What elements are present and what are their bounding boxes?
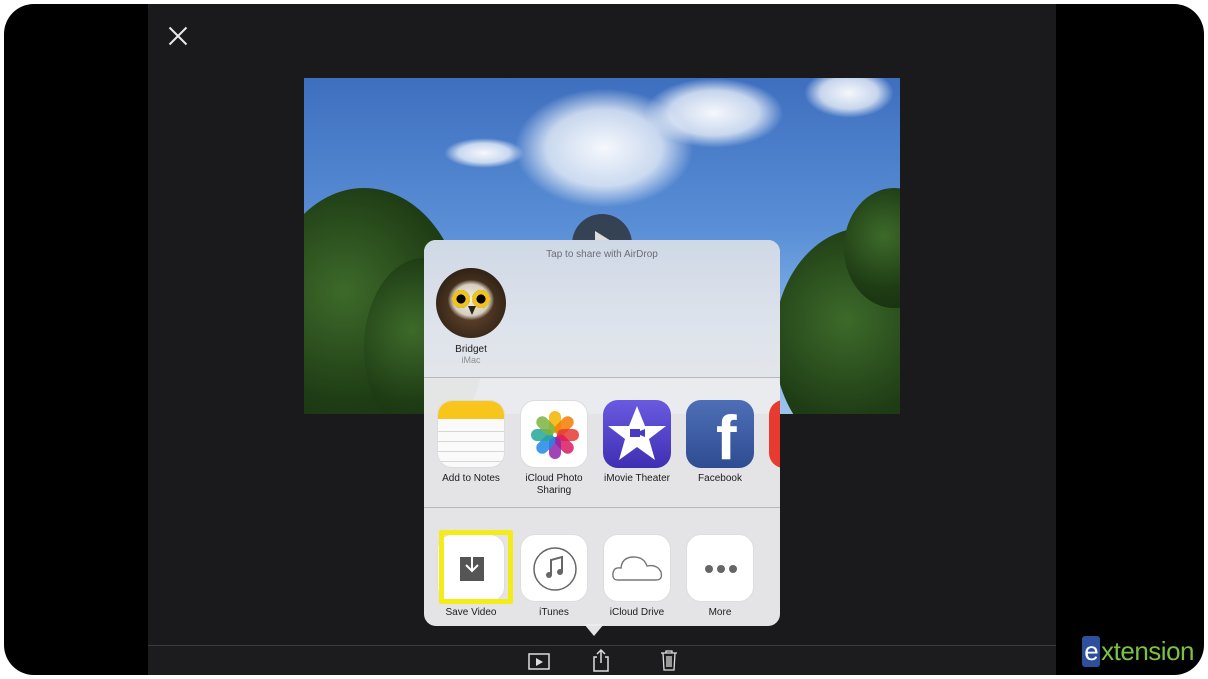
action-label: Save Video bbox=[445, 607, 497, 618]
share-app-imovie-theater[interactable]: iMovie Theater bbox=[596, 400, 678, 485]
share-app-label: Facebook bbox=[698, 473, 742, 484]
app-icon bbox=[769, 400, 780, 468]
share-icon[interactable] bbox=[590, 648, 612, 672]
highlight-box bbox=[439, 530, 513, 604]
notes-icon bbox=[437, 400, 505, 468]
share-sheet: Tap to share with AirDrop Bridget iMac A… bbox=[424, 240, 780, 626]
trash-icon[interactable] bbox=[658, 649, 680, 671]
airdrop-contact[interactable]: Bridget iMac bbox=[434, 268, 508, 365]
action-itunes[interactable]: iTunes bbox=[513, 534, 595, 619]
logo-mark: e bbox=[1082, 636, 1101, 667]
logo-text: xtension bbox=[1101, 636, 1194, 666]
action-label: More bbox=[708, 607, 732, 618]
action-more[interactable]: More bbox=[679, 534, 761, 619]
action-label: iTunes bbox=[539, 607, 569, 618]
airdrop-hint: Tap to share with AirDrop bbox=[546, 249, 658, 260]
share-app-label: iCloud Photo Sharing bbox=[525, 473, 583, 496]
device-frame: Tap to share with AirDrop Bridget iMac A… bbox=[4, 4, 1204, 675]
photos-icon bbox=[520, 400, 588, 468]
actions-row: Save Video iTunes iCloud Drive More bbox=[424, 508, 780, 626]
share-apps-row: Add to Notes iCloud Photo Sharing iMovie… bbox=[424, 378, 780, 508]
share-app-notes[interactable]: Add to Notes bbox=[430, 400, 512, 485]
extension-logo: e xtension bbox=[1082, 636, 1194, 667]
contact-device: iMac bbox=[461, 355, 481, 365]
contact-avatar bbox=[436, 268, 506, 338]
share-app-label: iMovie Theater bbox=[604, 473, 670, 484]
share-app-label: Add to Notes bbox=[442, 473, 500, 484]
action-icloud-drive[interactable]: iCloud Drive bbox=[596, 534, 678, 619]
more-icon bbox=[686, 534, 754, 602]
action-label: iCloud Drive bbox=[609, 607, 665, 618]
share-app-partial[interactable] bbox=[762, 400, 780, 468]
share-app-icloud-photo-sharing[interactable]: iCloud Photo Sharing bbox=[513, 400, 595, 497]
close-icon[interactable] bbox=[166, 24, 190, 48]
imovie-icon bbox=[603, 400, 671, 468]
share-app-facebook[interactable]: f Facebook bbox=[679, 400, 761, 485]
contact-name: Bridget bbox=[455, 344, 487, 355]
bottom-toolbar bbox=[148, 645, 1056, 675]
action-save-video[interactable]: Save Video bbox=[430, 530, 513, 619]
itunes-icon bbox=[520, 534, 588, 602]
airdrop-section: Tap to share with AirDrop Bridget iMac bbox=[424, 240, 780, 378]
icloud-drive-icon bbox=[603, 534, 671, 602]
play-icon[interactable] bbox=[528, 651, 550, 671]
popover-arrow bbox=[584, 624, 604, 636]
facebook-icon: f bbox=[686, 400, 754, 468]
